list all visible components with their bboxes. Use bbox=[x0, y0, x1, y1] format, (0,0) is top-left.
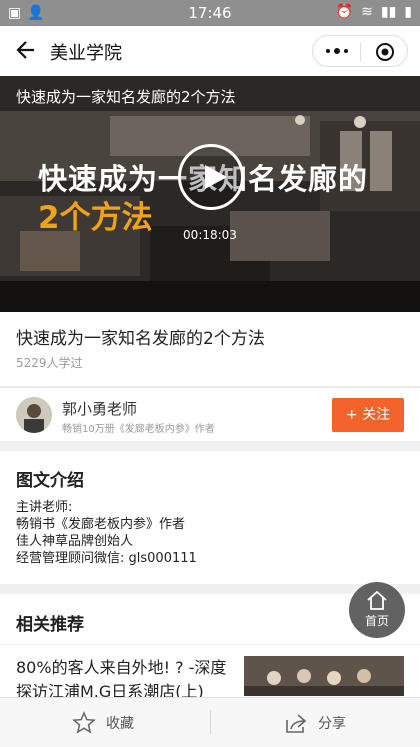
course-info: 快速成为一家知名发廊的2个方法 5229人学过 bbox=[0, 312, 420, 386]
mini-program-capsule bbox=[312, 35, 408, 67]
status-right-icons: ⏰ ≋ ▮▮ ▮ bbox=[336, 4, 412, 20]
intro-section: 图文介绍 主讲老师: 畅销书《发廊老板内参》作者 佳人神草品牌创始人 经营管理顾… bbox=[0, 451, 420, 584]
intro-line: 佳人神草品牌创始人 bbox=[16, 534, 134, 549]
share-icon bbox=[286, 714, 307, 733]
home-button-label: 首页 bbox=[364, 614, 389, 628]
battery-icon: ▮ bbox=[404, 4, 412, 20]
favorite-label: 收藏 bbox=[106, 716, 134, 732]
course-title: 快速成为一家知名发廊的2个方法 bbox=[16, 329, 265, 349]
avatar-image bbox=[16, 397, 52, 433]
bottom-bar: 收藏 分享 bbox=[0, 697, 420, 747]
teacher-name[interactable]: 郭小勇老师 bbox=[62, 398, 137, 419]
home-button[interactable]: 首页 bbox=[349, 582, 405, 638]
intro-line: 经营管理顾问微信: gls000111 bbox=[16, 551, 197, 566]
recommend-item-thumbnail[interactable] bbox=[244, 656, 404, 696]
nav-bar: 美业学院 bbox=[0, 26, 420, 76]
video-duration: 00:18:03 bbox=[183, 228, 237, 242]
more-icon[interactable] bbox=[323, 44, 351, 58]
divider bbox=[0, 644, 420, 645]
teacher-avatar[interactable] bbox=[16, 397, 52, 433]
video-player[interactable]: 快速成为一家知名发廊的2个方法 快速成为一家知名发廊的 2个方法 00:18:0… bbox=[0, 76, 420, 312]
target-icon[interactable] bbox=[375, 42, 395, 62]
alarm-icon: ⏰ bbox=[335, 4, 354, 20]
teacher-row: 郭小勇老师 畅销10万册《发廊老板内参》作者 + 关注 bbox=[0, 387, 420, 441]
recommend-heading: 相关推荐 bbox=[16, 615, 84, 635]
signal-icon: ▮▮ bbox=[380, 4, 397, 20]
share-button[interactable]: 分享 bbox=[284, 710, 346, 736]
intro-line: 主讲老师: bbox=[16, 500, 73, 515]
share-label: 分享 bbox=[318, 716, 346, 732]
learner-count: 5229人学过 bbox=[16, 356, 83, 370]
intro-line: 畅销书《发廊老板内参》作者 bbox=[16, 517, 186, 532]
intro-heading: 图文介绍 bbox=[16, 471, 84, 491]
bottom-bar-divider bbox=[210, 710, 211, 734]
back-arrow-icon[interactable] bbox=[14, 39, 36, 61]
status-bar: ▣ 👤 17:46 ⏰ ≋ ▮▮ ▮ bbox=[0, 0, 420, 26]
star-icon bbox=[72, 711, 96, 734]
video-header-title: 快速成为一家知名发廊的2个方法 bbox=[16, 88, 236, 106]
page-title: 美业学院 bbox=[50, 43, 122, 64]
teacher-description: 畅销10万册《发廊老板内参》作者 bbox=[62, 424, 215, 435]
intro-body: 主讲老师: 畅销书《发廊老板内参》作者 佳人神草品牌创始人 经营管理顾问微信: … bbox=[16, 499, 197, 567]
favorite-button[interactable]: 收藏 bbox=[72, 710, 134, 736]
follow-button[interactable]: + 关注 bbox=[332, 398, 404, 432]
capsule-divider bbox=[360, 43, 361, 61]
wifi-icon: ≋ bbox=[361, 4, 373, 20]
play-button[interactable] bbox=[178, 144, 244, 210]
play-icon bbox=[205, 165, 227, 189]
home-icon bbox=[367, 590, 387, 610]
